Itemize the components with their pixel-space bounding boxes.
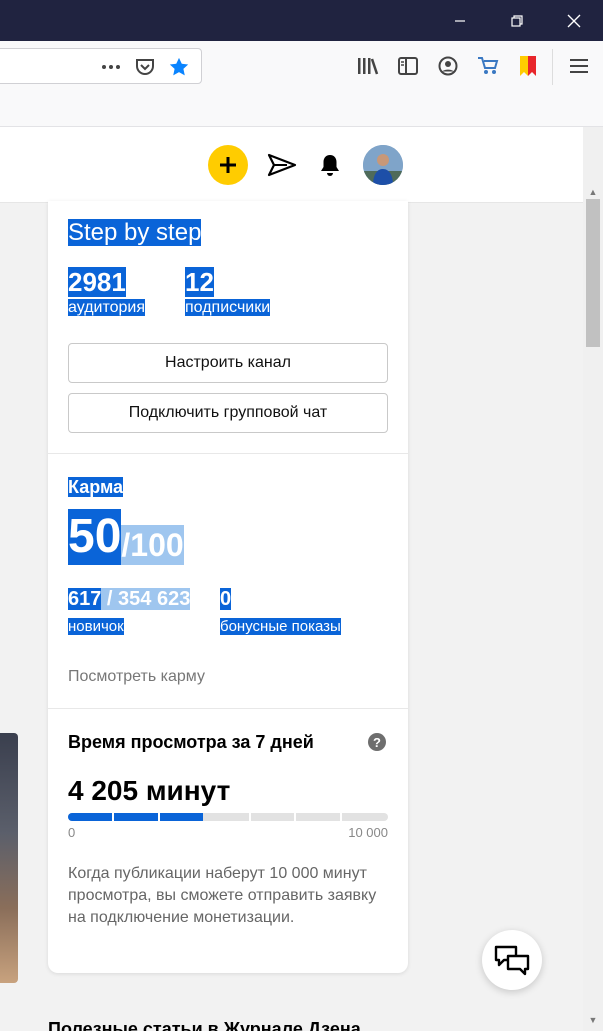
bonus-value: 0 xyxy=(220,588,232,610)
karma-value: 50 xyxy=(68,509,122,565)
pocket-icon[interactable] xyxy=(133,55,157,79)
chat-button[interactable] xyxy=(482,930,542,990)
restore-icon[interactable] xyxy=(494,0,540,41)
add-publication-button[interactable] xyxy=(208,145,248,185)
watch-time-value: 4 205 минут xyxy=(68,775,231,806)
articles-heading[interactable]: Полезные статьи в Журнале Дзена xyxy=(48,1019,361,1031)
avatar[interactable] xyxy=(363,145,403,185)
audience-label: аудитория xyxy=(68,299,146,316)
progress-tick xyxy=(340,813,342,821)
browser-toolbar xyxy=(0,41,603,91)
help-icon[interactable]: ? xyxy=(368,733,386,751)
progress-min-label: 0 xyxy=(68,825,76,840)
chat-bubbles-icon xyxy=(494,945,530,976)
bookmark-star-icon[interactable] xyxy=(167,55,191,79)
progress-max-label: 10 000 xyxy=(348,825,388,840)
progress-tick xyxy=(158,813,160,821)
window-titlebar xyxy=(0,0,603,41)
section-divider xyxy=(48,708,408,709)
sidebar-icon[interactable] xyxy=(396,54,420,78)
scroll-up-icon[interactable]: ▲ xyxy=(583,185,603,199)
scroll-down-icon[interactable]: ▼ xyxy=(583,1013,603,1027)
close-icon[interactable] xyxy=(551,0,597,41)
karma-rank: 617 / 354 623 xyxy=(68,588,191,610)
karma-score: 50/100 xyxy=(68,509,184,565)
bonus-label: бонусные показы xyxy=(220,618,341,635)
bookmarks-bar xyxy=(0,91,603,127)
bookmark-flag-icon[interactable] xyxy=(516,54,540,78)
channel-name[interactable]: Step by step xyxy=(68,218,202,248)
progress-tick xyxy=(112,813,114,821)
paper-plane-icon[interactable] xyxy=(266,149,298,181)
group-chat-button[interactable]: Подключить групповой чат xyxy=(68,393,388,433)
side-article-image[interactable] xyxy=(0,733,18,983)
cart-icon[interactable] xyxy=(476,54,500,78)
plus-icon xyxy=(220,157,236,173)
subscribers-label: подписчики xyxy=(185,299,271,316)
view-karma-link[interactable]: Посмотреть карму xyxy=(68,667,205,687)
karma-max: /100 xyxy=(121,525,184,565)
page-viewport: Step by step 2981 аудитория 12 подписчик… xyxy=(0,127,583,1031)
channel-stats-card: Step by step 2981 аудитория 12 подписчик… xyxy=(48,201,408,973)
minimize-icon[interactable] xyxy=(437,0,483,41)
subscribers-value: 12 xyxy=(185,267,214,297)
section-divider xyxy=(48,453,408,454)
url-bar[interactable] xyxy=(0,48,202,84)
more-dots-icon[interactable] xyxy=(99,55,123,79)
page-scrollbar[interactable]: ▲ ▼ xyxy=(583,127,603,1031)
scroll-thumb[interactable] xyxy=(586,199,600,347)
watch-time-title: Время просмотра за 7 дней xyxy=(68,732,314,752)
progress-tick xyxy=(249,813,251,821)
toolbar-separator xyxy=(552,49,553,85)
progress-tick xyxy=(294,813,296,821)
menu-icon[interactable] xyxy=(567,54,591,78)
progress-fill xyxy=(68,813,203,821)
setup-channel-button[interactable]: Настроить канал xyxy=(68,343,388,383)
audience-value: 2981 xyxy=(68,267,126,297)
karma-rank-label: новичок xyxy=(68,618,124,635)
monetization-note: Когда публикации наберут 10 000 минут пр… xyxy=(68,865,377,926)
library-icon[interactable] xyxy=(356,54,380,78)
account-icon[interactable] xyxy=(436,54,460,78)
site-header xyxy=(0,127,583,203)
karma-title: Карма xyxy=(68,477,124,497)
bell-icon[interactable] xyxy=(314,149,346,181)
watch-time-progress xyxy=(68,813,388,821)
